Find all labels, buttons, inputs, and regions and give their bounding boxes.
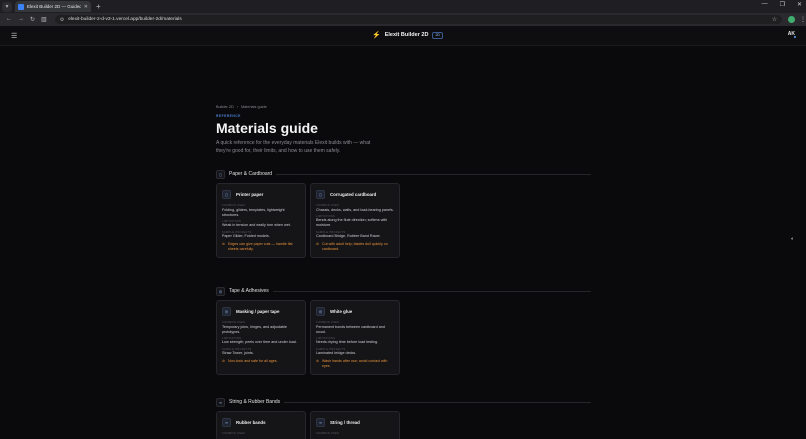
address-bar[interactable]: ⚙ elexit-builder-2-d-v3-1.vercel.app/bui… bbox=[54, 15, 783, 24]
browser-toolbar: ← → ↻ ▥ ⚙ elexit-builder-2-d-v3-1.vercel… bbox=[0, 13, 806, 26]
side-panel-icon[interactable]: ▥ bbox=[41, 16, 47, 23]
page-header: Builder 2D › Materials guide REFERENCE M… bbox=[216, 105, 591, 156]
material-card[interactable]: ▯ Printer paper COMMON USES Folding, gli… bbox=[216, 183, 306, 259]
minimize-icon[interactable]: — bbox=[762, 1, 768, 8]
brand[interactable]: ⚡ Elexit Builder 2D 2D bbox=[372, 31, 443, 39]
uses-text: Permanent bonds between cardboard and wo… bbox=[316, 324, 385, 334]
browser-tab-strip: ▾ Elexit Builder 2D — Guided B... ✕ + — … bbox=[0, 0, 806, 13]
limits-text: Bends along the flute direction; softens… bbox=[316, 218, 388, 228]
mode-badge: 2D bbox=[432, 31, 443, 39]
divider bbox=[276, 173, 591, 175]
warning-text: Wash hands after use; avoid contact with… bbox=[322, 359, 388, 369]
material-card[interactable]: ∞ Rubber bands COMMON USES bbox=[216, 411, 306, 439]
card-title: White glue bbox=[330, 309, 353, 314]
close-window-icon[interactable]: ✕ bbox=[797, 1, 802, 8]
breadcrumb-separator: › bbox=[236, 105, 238, 109]
breadcrumb-current: Materials guide bbox=[241, 105, 267, 109]
uses-text: Chassis, decks, walls, and load-bearing … bbox=[316, 207, 394, 212]
window-controls: — ❐ ✕ bbox=[762, 1, 802, 8]
bookmark-star-icon[interactable]: ☆ bbox=[772, 16, 777, 23]
section-title: Tape & Adhesives bbox=[229, 288, 269, 294]
url-text[interactable]: elexit-builder-2-d-v3-1.vercel.app/build… bbox=[68, 17, 768, 22]
label-common-uses: COMMON USES bbox=[222, 432, 246, 435]
tape-icon: ◎ bbox=[222, 307, 231, 316]
new-tab-icon[interactable]: + bbox=[96, 2, 101, 11]
app-name: Elexit Builder 2D bbox=[384, 32, 429, 38]
projects-text: Paper Glider, Folded models. bbox=[222, 234, 270, 239]
label-common-uses: COMMON USES bbox=[316, 432, 340, 435]
section-title: Paper & Cardboard bbox=[229, 171, 273, 177]
forward-icon[interactable]: → bbox=[18, 16, 24, 23]
app-header: ☰ ⚡ Elexit Builder 2D 2D AK bbox=[0, 26, 806, 46]
breadcrumb-root[interactable]: Builder 2D bbox=[216, 105, 234, 109]
warning-text: Non-toxic and safe for all ages. bbox=[228, 359, 278, 364]
divider bbox=[272, 290, 591, 292]
section-title: String & Rubber Bands bbox=[229, 399, 281, 405]
status-dot bbox=[794, 36, 796, 38]
user-avatar[interactable]: AK bbox=[788, 31, 796, 38]
limits-text: Needs drying time before load testing. bbox=[316, 340, 379, 345]
page-description: A quick reference for the everyday mater… bbox=[216, 140, 371, 154]
hamburger-menu-icon[interactable]: ☰ bbox=[11, 32, 17, 40]
tab-search-icon[interactable]: ▾ bbox=[2, 1, 12, 12]
back-icon[interactable]: ← bbox=[6, 16, 12, 23]
glue-icon: ◎ bbox=[316, 307, 325, 316]
card-title: String / thread bbox=[330, 420, 360, 425]
favicon-icon bbox=[18, 3, 24, 10]
divider bbox=[284, 401, 591, 403]
eyebrow-label: REFERENCE bbox=[216, 114, 241, 118]
breadcrumb: Builder 2D › Materials guide bbox=[216, 105, 591, 109]
material-card[interactable]: ◎ Masking / paper tape COMMON USES Tempo… bbox=[216, 300, 306, 376]
warning-icon: ⊘ bbox=[222, 242, 226, 247]
document-icon: ▯ bbox=[216, 169, 225, 179]
projects-text: Cardboard Bridge, Rubber Band Racer. bbox=[316, 234, 381, 239]
browser-menu-icon[interactable]: ⋮ bbox=[800, 16, 806, 23]
profile-avatar-icon[interactable] bbox=[788, 16, 795, 23]
section-string-rubber-bands: ∞ String & Rubber Bands ∞ Rubber bands C… bbox=[216, 397, 591, 439]
close-tab-icon[interactable]: ✕ bbox=[84, 4, 88, 10]
string-icon: ∞ bbox=[316, 418, 325, 427]
warning-icon: ⊘ bbox=[316, 359, 320, 364]
uses-text: Folding, gliders, templates, lightweight… bbox=[222, 207, 285, 217]
uses-text: Temporary joins, hinges, and adjustable … bbox=[222, 324, 287, 334]
limits-text: Weak in tension and easily torn when wet… bbox=[222, 223, 291, 228]
maximize-icon[interactable]: ❐ bbox=[780, 1, 785, 8]
document-icon: ▯ bbox=[222, 190, 231, 199]
browser-tab[interactable]: Elexit Builder 2D — Guided B... ✕ bbox=[15, 1, 91, 12]
tab-title: Elexit Builder 2D — Guided B... bbox=[27, 4, 81, 9]
projects-text: Straw Tower, joints. bbox=[222, 351, 254, 356]
document-icon: ▯ bbox=[316, 190, 325, 199]
warning-icon: ⊘ bbox=[316, 242, 320, 247]
card-title: Masking / paper tape bbox=[236, 309, 280, 314]
rubber-band-icon: ∞ bbox=[222, 418, 231, 427]
warning-icon: ⊘ bbox=[222, 359, 226, 364]
site-info-icon[interactable]: ⚙ bbox=[60, 17, 64, 23]
floating-chat-icon[interactable]: ◐ bbox=[791, 236, 797, 242]
material-card[interactable]: ◎ White glue COMMON USES Permanent bonds… bbox=[310, 300, 400, 376]
limits-text: Low strength; peels over time and under … bbox=[222, 340, 297, 345]
projects-text: Laminated bridge decks. bbox=[316, 351, 357, 356]
reload-icon[interactable]: ↻ bbox=[30, 16, 35, 23]
warning-text: Cut with adult help; blades dull quickly… bbox=[322, 242, 388, 252]
section-paper-cardboard: ▯ Paper & Cardboard ▯ Printer paper COMM… bbox=[216, 169, 591, 259]
material-card[interactable]: ▯ Corrugated cardboard COMMON USES Chass… bbox=[310, 183, 400, 259]
warning-text: Edges can give paper cuts — handle flat … bbox=[228, 242, 293, 252]
section-tape-adhesives: ◎ Tape & Adhesives ◎ Masking / paper tap… bbox=[216, 286, 591, 376]
card-title: Rubber bands bbox=[236, 420, 266, 425]
card-title: Corrugated cardboard bbox=[330, 192, 377, 197]
page-title: Materials guide bbox=[216, 120, 318, 136]
string-icon: ∞ bbox=[216, 397, 225, 407]
card-title: Printer paper bbox=[236, 192, 264, 197]
tape-icon: ◎ bbox=[216, 286, 225, 296]
material-card[interactable]: ∞ String / thread COMMON USES bbox=[310, 411, 400, 439]
logo-icon: ⚡ bbox=[372, 32, 381, 39]
